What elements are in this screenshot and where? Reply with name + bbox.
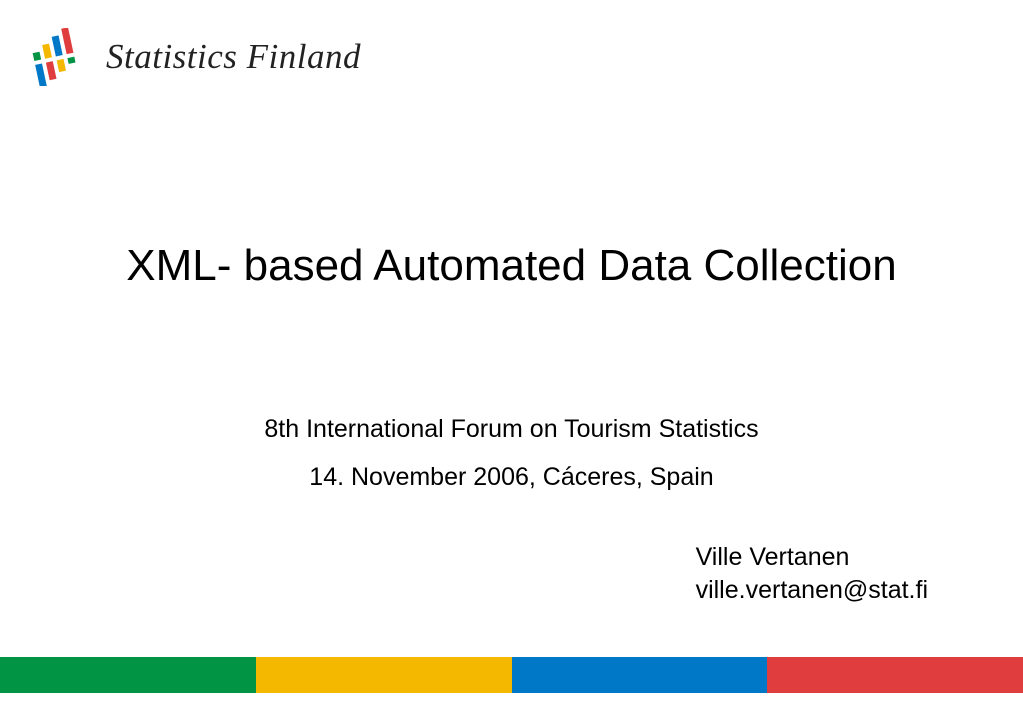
- footer-bar-green: [0, 657, 256, 693]
- subtitle-line-2: 14. November 2006, Cáceres, Spain: [0, 454, 1023, 502]
- subtitle-line-1: 8th International Forum on Tourism Stati…: [0, 406, 1023, 454]
- header: Statistics Finland: [0, 0, 1023, 86]
- author-name: Ville Vertanen: [696, 541, 928, 575]
- author-block: Ville Vertanen ville.vertanen@stat.fi: [696, 541, 928, 609]
- statistics-finland-logo-icon: [28, 28, 88, 86]
- brand-name: Statistics Finland: [106, 37, 361, 77]
- author-email: ville.vertanen@stat.fi: [696, 574, 928, 608]
- footer-bar-blue: [512, 657, 768, 693]
- footer-bar-red: [767, 657, 1023, 693]
- slide-title: XML- based Automated Data Collection: [0, 241, 1023, 291]
- subtitle-block: 8th International Forum on Tourism Stati…: [0, 406, 1023, 501]
- footer-bar-yellow: [256, 657, 512, 693]
- footer-color-bars: [0, 657, 1023, 693]
